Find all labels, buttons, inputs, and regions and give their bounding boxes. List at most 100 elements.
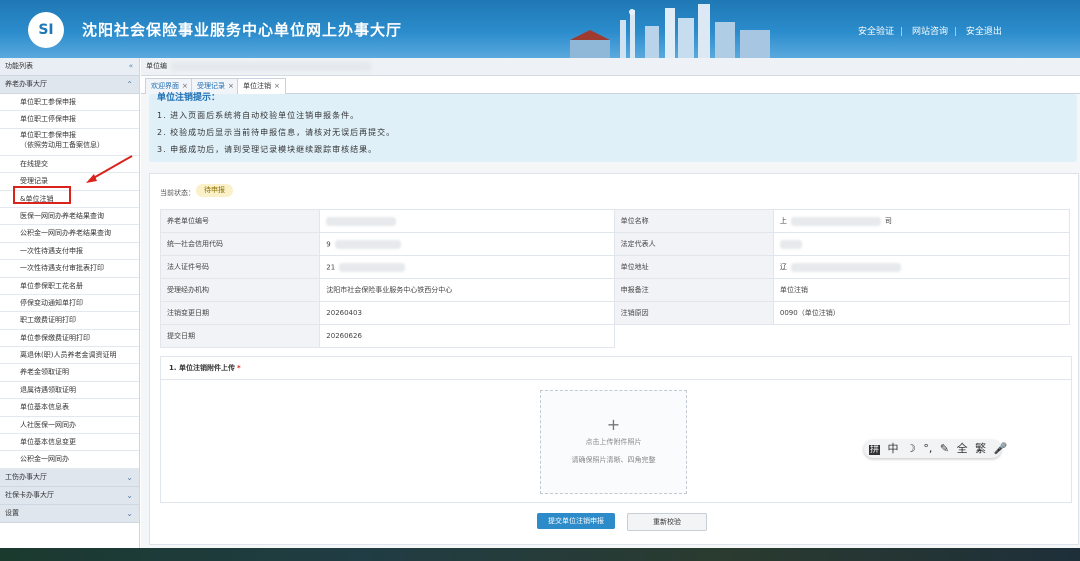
sidebar-item[interactable]: 停保变动通知单打印 bbox=[0, 295, 139, 313]
sidebar-group-settings[interactable]: 设置 ⌄ bbox=[0, 504, 139, 523]
chevron-down-icon: ⌄ bbox=[126, 472, 133, 482]
sidebar-item[interactable]: 单位基本信息变更 bbox=[0, 434, 139, 452]
field-value: 20260403 bbox=[319, 301, 615, 325]
field-value: 沈阳市社会保险事业服务中心铁西分中心 bbox=[319, 278, 615, 302]
field-value: 9 bbox=[319, 232, 615, 256]
ime-toolbar: 拼 中 ☽ °, ✎ 全 繁 🎤 bbox=[864, 440, 1007, 458]
field-value: 20260626 bbox=[319, 324, 615, 348]
collapse-icon[interactable]: « bbox=[129, 58, 133, 75]
status-badge: 待申报 bbox=[196, 184, 233, 197]
microphone-icon[interactable]: 🎤 bbox=[994, 442, 1008, 455]
table-row: 法人证件号码 21 单位地址 辽 bbox=[159, 255, 1071, 279]
site-title: 沈阳社会保险事业服务中心单位网上办事大厅 bbox=[82, 21, 403, 39]
tab-unit-cancel[interactable]: 单位注销 × bbox=[237, 78, 286, 94]
table-row: 统一社会信用代码 9 法定代表人 bbox=[159, 232, 1071, 256]
field-label: 养老单位编号 bbox=[159, 209, 321, 233]
field-label: 单位地址 bbox=[613, 255, 774, 279]
field-label: 申报备注 bbox=[613, 278, 774, 302]
consult-link[interactable]: 网站咨询 bbox=[912, 27, 948, 37]
field-value: 21 bbox=[319, 255, 615, 279]
sidebar-item[interactable]: 公积金一网同办 bbox=[0, 451, 139, 469]
tab-bar: 欢迎界面 × 受理记录 × 单位注销 × bbox=[141, 76, 1080, 94]
chevron-up-icon: ⌃ bbox=[126, 80, 133, 89]
logo: SI bbox=[28, 12, 64, 48]
field-value: 上司 bbox=[772, 209, 1071, 233]
field-value: 单位注销 bbox=[772, 278, 1071, 302]
close-icon[interactable]: × bbox=[274, 82, 280, 90]
upload-dropzone[interactable]: + 点击上传附件照片 请确保照片清晰、四角完整 bbox=[540, 390, 687, 494]
upload-subhint: 请确保照片清晰、四角完整 bbox=[571, 456, 656, 464]
site-header: SI 沈阳社会保险事业服务中心单位网上办事大厅 安全验证 | 网站咨询 | 安全退出 bbox=[0, 0, 1080, 58]
upload-hint: 点击上传附件照片 bbox=[585, 438, 642, 446]
sidebar-item[interactable]: 一次性待遇支付申报 bbox=[0, 243, 139, 261]
sidebar-group-injury[interactable]: 工伤办事大厅 ⌄ bbox=[0, 468, 139, 487]
sidebar-header: 功能列表 « bbox=[0, 58, 139, 76]
sidebar-item[interactable]: 单位职工停保申报 bbox=[0, 111, 139, 129]
close-icon[interactable]: × bbox=[182, 82, 188, 90]
pinyin-icon[interactable]: 拼 bbox=[869, 445, 881, 455]
top-links: 安全验证 | 网站咨询 | 安全退出 bbox=[858, 27, 1002, 37]
chevron-down-icon: ⌄ bbox=[126, 508, 133, 518]
traditional-icon[interactable]: 繁 bbox=[975, 442, 986, 455]
notice-line: 3. 申报成功后，请到受理记录模块继续跟踪审核结果。 bbox=[157, 145, 378, 154]
sidebar-item[interactable]: 单位参保职工花名册 bbox=[0, 278, 139, 295]
masked-text bbox=[171, 62, 371, 71]
submit-button[interactable]: 提交单位注销申报 bbox=[537, 513, 615, 529]
upload-section: 1. 单位注销附件上传 * + 点击上传附件照片 请确保照片清晰、四角完整 bbox=[160, 356, 1072, 503]
sidebar-item[interactable]: 公积金一网同办养老结果查询 bbox=[0, 225, 139, 243]
field-label: 统一社会信用代码 bbox=[159, 232, 321, 256]
field-value: 辽 bbox=[772, 255, 1071, 279]
sidebar-item[interactable]: 人社医保一网同办 bbox=[0, 417, 139, 435]
city-skyline-image bbox=[570, 4, 770, 58]
sidebar-item[interactable]: 离退休(职)人员养老金调资证明 bbox=[0, 347, 139, 365]
table-row: 注销变更日期 20260403 注销原因 0090（单位注销） bbox=[159, 301, 1071, 325]
field-value: 0090（单位注销） bbox=[772, 301, 1071, 325]
sidebar-group-card[interactable]: 社保卡办事大厅 ⌄ bbox=[0, 486, 139, 505]
punctuation-icon[interactable]: °, bbox=[923, 442, 932, 455]
notice-title: 单位注销提示： bbox=[157, 93, 221, 103]
notice-line: 2. 校验成功后显示当前待申报信息，请核对无误后再提交。 bbox=[157, 128, 396, 137]
sidebar-group-pension[interactable]: 养老办事大厅 ⌃ bbox=[0, 76, 139, 94]
security-verify-link[interactable]: 安全验证 bbox=[858, 27, 894, 37]
sidebar-item[interactable]: 退属待遇领取证明 bbox=[0, 382, 139, 400]
notice-line: 1. 进入页面后系统将自动校验单位注销申报条件。 bbox=[157, 111, 360, 120]
info-table: 养老单位编号 单位名称 上司 统一社会信用代码 9 法定代表人 法人证件号码 2… bbox=[159, 209, 1071, 348]
field-value bbox=[319, 209, 615, 233]
sidebar-item[interactable]: 养老金领取证明 bbox=[0, 364, 139, 382]
close-icon[interactable]: × bbox=[228, 82, 234, 90]
sidebar-item[interactable]: 一次性待遇支付审批表打印 bbox=[0, 260, 139, 278]
chevron-down-icon: ⌄ bbox=[126, 490, 133, 500]
logout-link[interactable]: 安全退出 bbox=[966, 27, 1002, 37]
sidebar-item[interactable]: 职工缴费证明打印 bbox=[0, 312, 139, 330]
highlight-box bbox=[13, 186, 71, 204]
field-label: 提交日期 bbox=[159, 324, 321, 348]
plus-icon: + bbox=[606, 415, 621, 434]
annotation-arrow bbox=[86, 155, 133, 183]
fullwidth-icon[interactable]: 全 bbox=[957, 442, 968, 455]
taskbar bbox=[0, 548, 1080, 561]
table-row: 提交日期 20260626 bbox=[159, 324, 1070, 348]
field-label: 受理经办机构 bbox=[159, 278, 321, 302]
form-card: 当前状态： 待申报 养老单位编号 单位名称 上司 统一社会信用代码 9 法定代表… bbox=[149, 173, 1079, 545]
moon-icon[interactable]: ☽ bbox=[906, 442, 916, 455]
chinese-mode-icon[interactable]: 中 bbox=[888, 442, 899, 455]
table-row: 受理经办机构 沈阳市社会保险事业服务中心铁西分中心 申报备注 单位注销 bbox=[159, 278, 1071, 302]
recheck-button[interactable]: 重新校验 bbox=[627, 513, 707, 531]
table-row: 养老单位编号 单位名称 上司 bbox=[159, 209, 1071, 233]
notice-panel: 单位注销提示： 1. 进入页面后系统将自动校验单位注销申报条件。 2. 校验成功… bbox=[149, 93, 1077, 162]
breadcrumb: 单位编 bbox=[141, 58, 1080, 76]
field-value bbox=[772, 232, 1071, 256]
field-label: 法人证件号码 bbox=[159, 255, 321, 279]
sidebar-item[interactable]: 单位基本信息表 bbox=[0, 399, 139, 417]
field-label: 注销变更日期 bbox=[159, 301, 321, 325]
field-label: 注销原因 bbox=[613, 301, 774, 325]
upload-title: 1. 单位注销附件上传 * bbox=[161, 357, 1071, 380]
sidebar-item[interactable]: 单位职工参保申报 bbox=[0, 94, 139, 112]
sidebar-item[interactable]: 单位参保缴费证明打印 bbox=[0, 330, 139, 348]
status-label: 当前状态： bbox=[160, 189, 195, 197]
sidebar: 功能列表 « 养老办事大厅 ⌃ 单位职工参保申报 单位职工停保申报 单位职工参保… bbox=[0, 58, 140, 548]
field-label: 单位名称 bbox=[613, 209, 774, 233]
sidebar-item[interactable]: 医保一网同办养老结果查询 bbox=[0, 208, 139, 226]
pen-icon[interactable]: ✎ bbox=[940, 442, 949, 455]
field-label: 法定代表人 bbox=[613, 232, 774, 256]
